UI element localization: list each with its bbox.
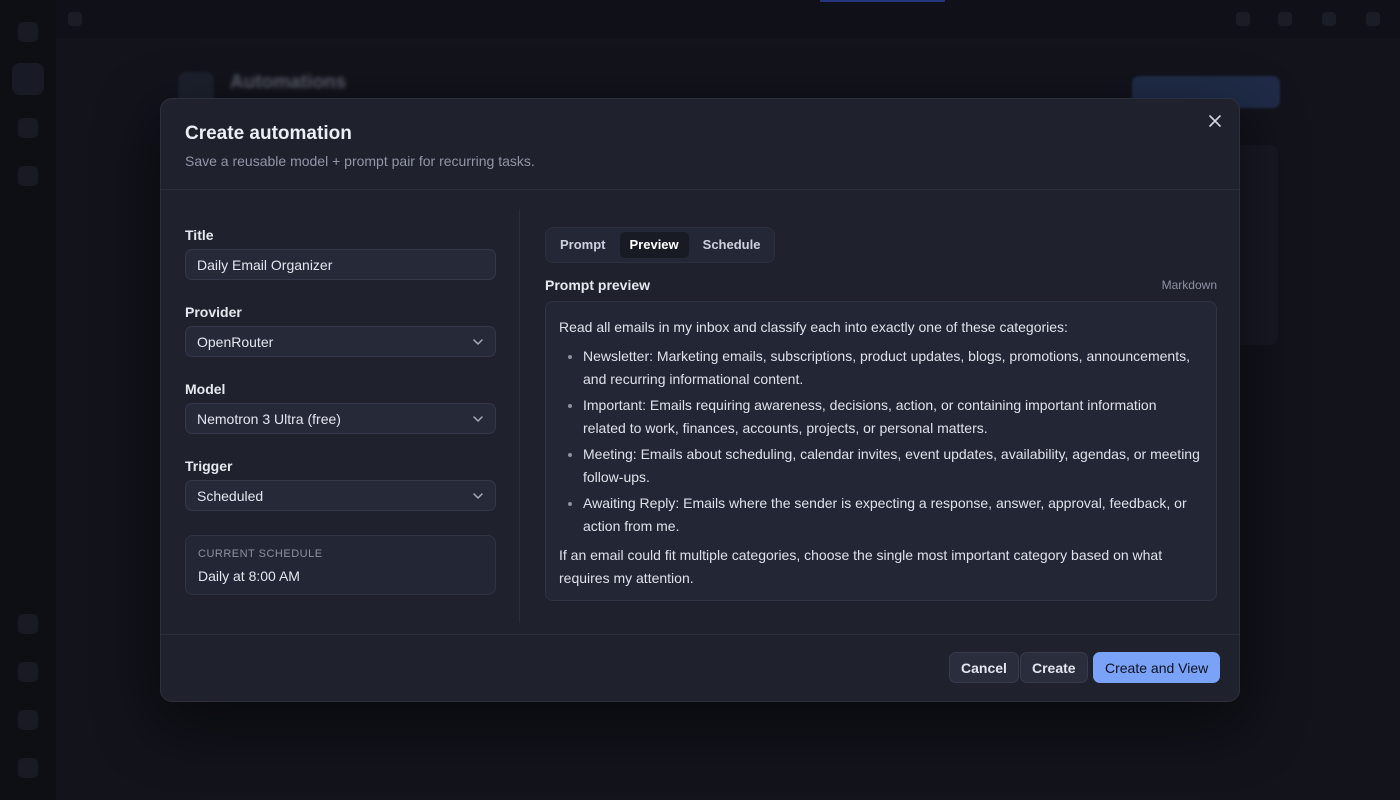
preview-intro: Read all emails in my inbox and classify…	[559, 319, 1068, 335]
prompt-tabs: Prompt Preview Schedule	[545, 227, 776, 263]
close-icon[interactable]	[1205, 111, 1225, 131]
column-divider	[519, 209, 520, 623]
title-input[interactable]: Daily Email Organizer	[185, 249, 496, 280]
preview-outro: If an email could fit multiple categorie…	[559, 547, 1163, 586]
trigger-label: Trigger	[185, 458, 233, 474]
dialog-footer: Cancel Create Create and View	[161, 634, 1239, 701]
format-tag: Markdown	[1161, 278, 1217, 292]
create-automation-dialog: Create automation Save a reusable model …	[160, 98, 1240, 702]
trigger-select[interactable]: Scheduled	[185, 480, 496, 511]
list-item: Important: Emails requiring awareness, d…	[583, 394, 1203, 440]
category-list: Newsletter: Marketing emails, subscripti…	[559, 345, 1203, 538]
current-schedule-label: CURRENT SCHEDULE	[198, 548, 323, 560]
preview-header: Prompt preview Markdown	[545, 277, 1217, 293]
title-label: Title	[185, 227, 214, 243]
prompt-preview[interactable]: Read all emails in my inbox and classify…	[545, 301, 1217, 601]
provider-label: Provider	[185, 304, 242, 320]
dialog-title: Create automation	[185, 123, 352, 144]
cancel-button[interactable]: Cancel	[949, 652, 1019, 683]
title-input-value: Daily Email Organizer	[197, 256, 333, 273]
provider-select[interactable]: OpenRouter	[185, 326, 496, 357]
trigger-select-value: Scheduled	[197, 487, 264, 504]
model-select[interactable]: Nemotron 3 Ultra (free)	[185, 403, 496, 434]
model-select-value: Nemotron 3 Ultra (free)	[197, 410, 341, 427]
chevron-down-icon	[473, 338, 483, 345]
current-schedule-value: Daily at 8:00 AM	[198, 568, 300, 584]
current-schedule-card: CURRENT SCHEDULE Daily at 8:00 AM	[185, 535, 496, 595]
provider-select-value: OpenRouter	[197, 333, 274, 350]
create-button[interactable]: Create	[1020, 652, 1088, 683]
form-column: Title Daily Email Organizer Provider Ope…	[185, 227, 496, 595]
preview-title: Prompt preview	[545, 277, 651, 293]
chevron-down-icon	[473, 415, 483, 422]
chevron-down-icon	[473, 492, 483, 499]
tab-preview[interactable]: Preview	[619, 232, 689, 258]
create-and-view-button[interactable]: Create and View	[1093, 652, 1221, 683]
dialog-header: Create automation Save a reusable model …	[161, 99, 1239, 190]
list-item: Awaiting Reply: Emails where the sender …	[583, 492, 1203, 538]
list-item: Newsletter: Marketing emails, subscripti…	[583, 345, 1203, 391]
dialog-subtitle: Save a reusable model + prompt pair for …	[185, 153, 535, 169]
tab-schedule[interactable]: Schedule	[693, 232, 771, 258]
tab-prompt[interactable]: Prompt	[550, 232, 616, 258]
prompt-column: Prompt Preview Schedule Prompt preview M…	[545, 227, 1217, 601]
model-label: Model	[185, 381, 226, 397]
list-item: Meeting: Emails about scheduling, calend…	[583, 443, 1203, 489]
